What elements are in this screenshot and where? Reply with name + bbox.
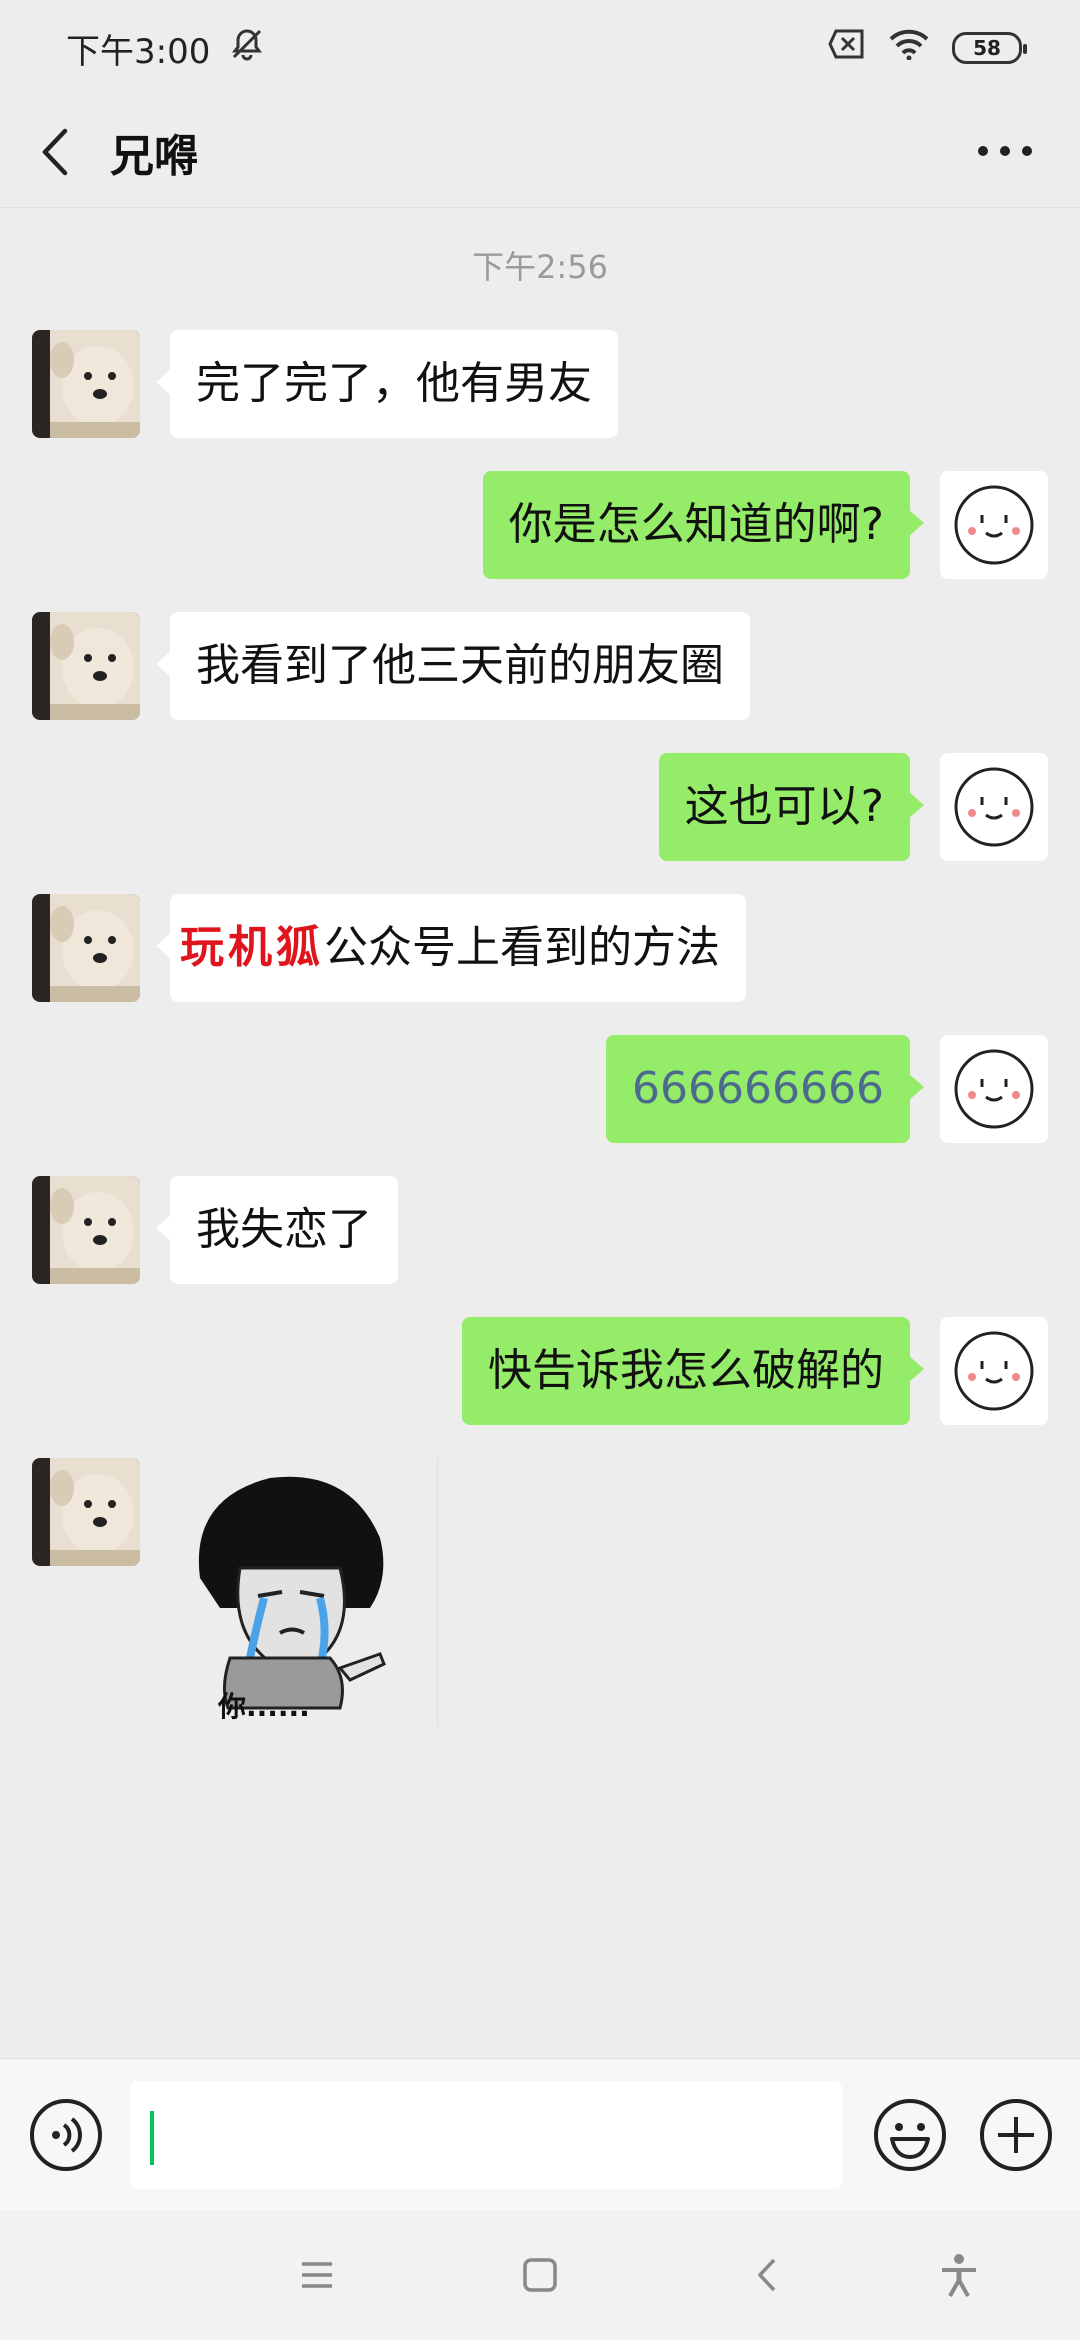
contact-avatar[interactable] xyxy=(32,612,140,720)
contact-avatar[interactable] xyxy=(32,894,140,1002)
mute-icon xyxy=(228,25,266,72)
more-functions-button[interactable] xyxy=(978,2097,1054,2173)
chat-area[interactable]: 下午2:56 完了完了，他有男友 你是怎么知道的啊? 我看到了他三天前的朋友圈 … xyxy=(0,208,1080,2058)
sticker-caption: 你...... xyxy=(217,1690,310,1723)
message-row: 666666666 xyxy=(0,1035,1080,1143)
highlight-text: 玩机狐 xyxy=(180,922,324,973)
text-cursor xyxy=(150,2111,154,2165)
message-input[interactable] xyxy=(130,2081,842,2189)
message-row: 我看到了他三天前的朋友圈 xyxy=(0,612,1080,720)
message-row: 完了完了，他有男友 xyxy=(0,330,1080,438)
back-icon xyxy=(42,128,68,175)
message-row: 你...... xyxy=(0,1458,1080,1748)
user-avatar[interactable] xyxy=(940,1317,1048,1425)
chat-title: 兄嘚 xyxy=(110,130,198,182)
nav-back-button[interactable] xyxy=(742,2250,792,2300)
voice-button[interactable] xyxy=(28,2097,104,2173)
more-icon xyxy=(978,146,1032,156)
home-button[interactable] xyxy=(515,2250,565,2300)
received-message[interactable]: 完了完了，他有男友 xyxy=(156,330,618,438)
message-text: 公众号上看到的方法 xyxy=(324,922,720,973)
sent-message[interactable]: 你是怎么知道的啊? xyxy=(482,471,925,579)
voice-icon xyxy=(30,2099,102,2171)
menu-icon xyxy=(302,2262,332,2288)
received-message[interactable]: 我看到了他三天前的朋友圈 xyxy=(156,612,750,720)
more-button[interactable] xyxy=(970,126,1040,176)
sim-icon xyxy=(828,28,866,68)
back-button[interactable] xyxy=(0,96,110,208)
message-row: 你是怎么知道的啊? xyxy=(0,471,1080,579)
input-bar xyxy=(0,2058,1080,2210)
message-row: 玩机狐公众号上看到的方法 xyxy=(0,894,1080,1002)
title-bar: 兄嘚 xyxy=(0,96,1080,208)
contact-avatar[interactable] xyxy=(32,1176,140,1284)
menu-button[interactable] xyxy=(292,2250,342,2300)
message-row: 快告诉我怎么破解的 xyxy=(0,1317,1080,1425)
user-avatar[interactable] xyxy=(940,753,1048,861)
received-message[interactable]: 我失恋了 xyxy=(156,1176,398,1284)
status-time: 下午3:00 xyxy=(66,31,211,72)
status-bar: 下午3:00 58 xyxy=(0,0,1080,96)
wifi-icon xyxy=(888,28,930,69)
system-nav-bar xyxy=(0,2210,1080,2340)
message-row: 我失恋了 xyxy=(0,1176,1080,1284)
message-timestamp: 下午2:56 xyxy=(472,248,608,286)
sent-message[interactable]: 快告诉我怎么破解的 xyxy=(462,1317,924,1425)
contact-avatar[interactable] xyxy=(32,1458,140,1566)
received-message[interactable]: 玩机狐公众号上看到的方法 xyxy=(156,894,746,1002)
nav-back-icon xyxy=(758,2258,776,2292)
sent-message[interactable]: 这也可以? xyxy=(658,753,925,861)
crying-sticker[interactable]: 你...... xyxy=(170,1458,438,1726)
message-row: 这也可以? xyxy=(0,753,1080,861)
plus-icon xyxy=(980,2099,1052,2171)
contact-avatar[interactable] xyxy=(32,330,140,438)
emoji-icon xyxy=(874,2099,946,2171)
user-avatar[interactable] xyxy=(940,471,1048,579)
user-avatar[interactable] xyxy=(940,1035,1048,1143)
battery-indicator: 58 xyxy=(952,32,1027,64)
accessibility-button[interactable] xyxy=(934,2250,984,2300)
accessibility-icon xyxy=(942,2254,976,2297)
home-icon xyxy=(523,2258,557,2292)
emoji-button[interactable] xyxy=(872,2097,948,2173)
sent-message[interactable]: 666666666 xyxy=(606,1035,924,1143)
